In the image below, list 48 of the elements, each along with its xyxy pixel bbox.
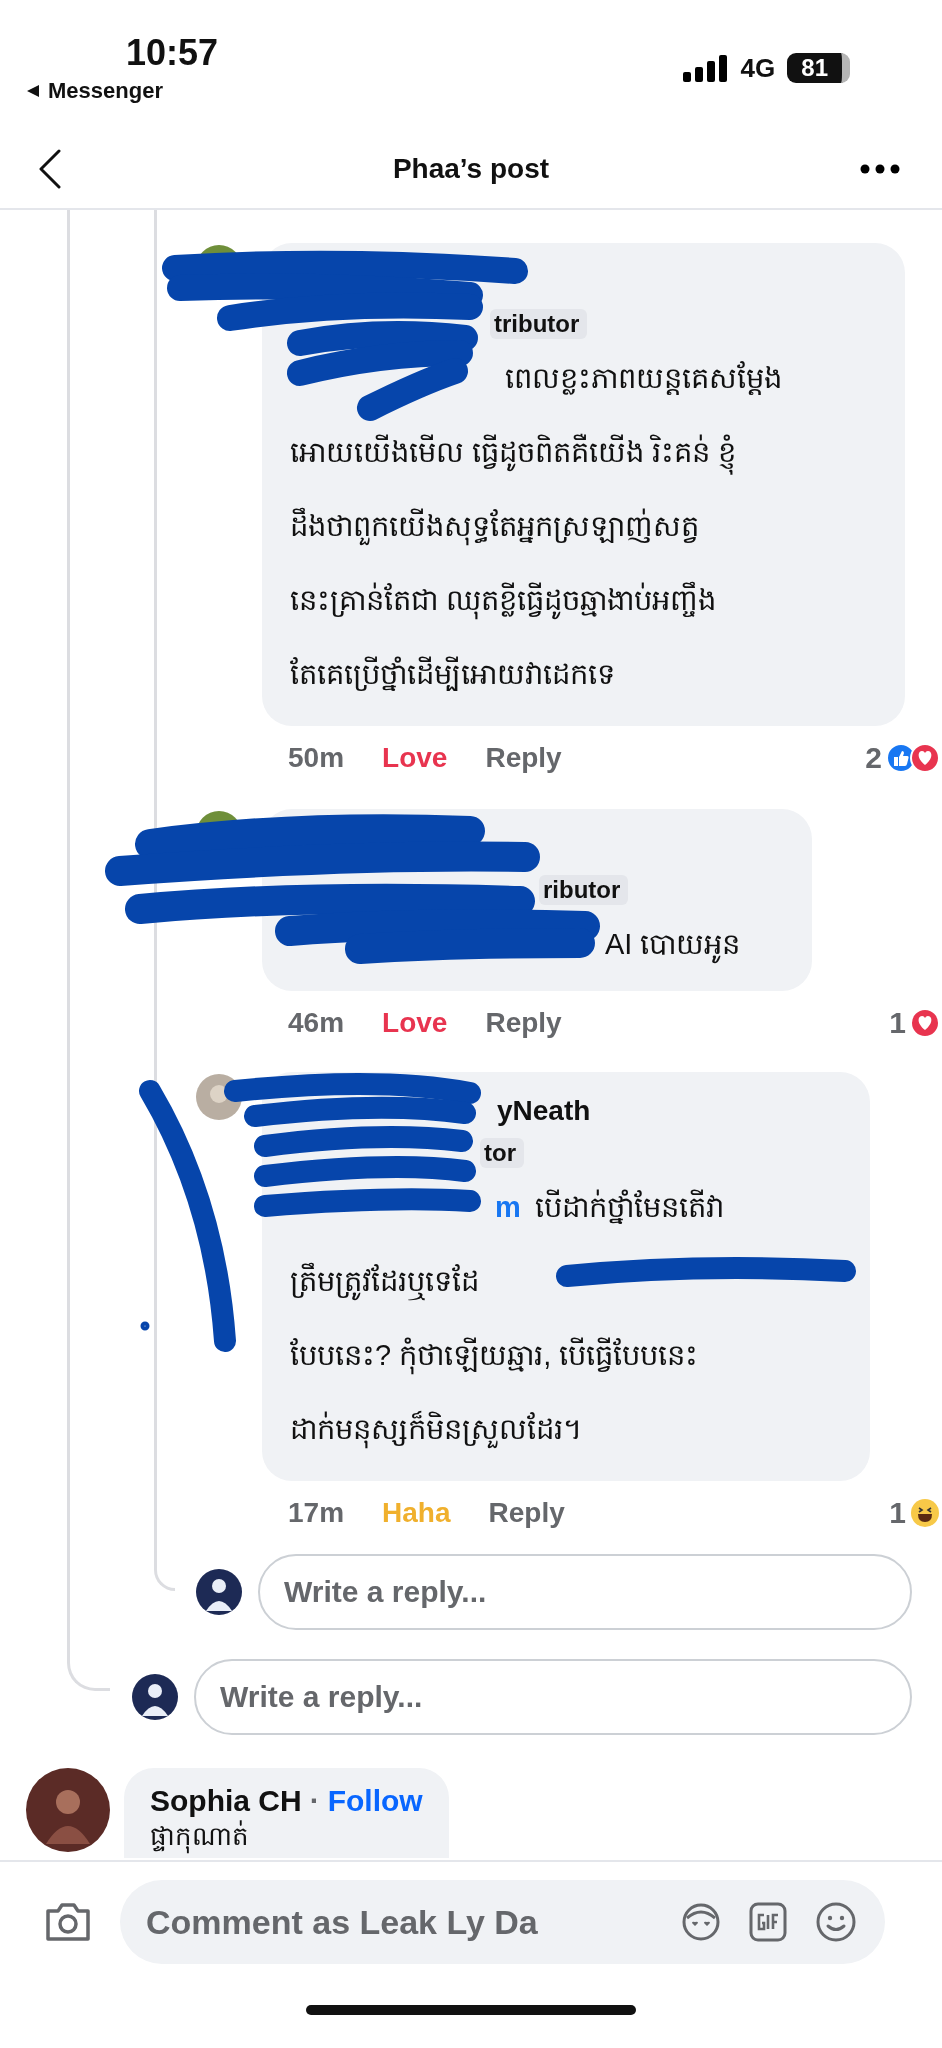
reaction-link[interactable]: Love — [382, 1007, 448, 1039]
comment-text: ពេលខ្លះភាពយន្តគេសម្តែង — [505, 360, 782, 397]
commenter-name: yNeath — [497, 1095, 591, 1127]
user-avatar-icon — [132, 1674, 178, 1720]
reaction-count: 1 — [889, 1496, 906, 1530]
back-triangle-icon — [26, 84, 40, 98]
contributor-badge: ributor — [539, 875, 629, 905]
comment-text: នេះគ្រាន់តែជា ឈុតខ្លីធ្វើដូចឆ្មាងាប់អញ្ចឹង — [290, 570, 717, 630]
avatar-sticker-icon[interactable] — [681, 1902, 721, 1942]
user-avatar-icon — [196, 1569, 242, 1615]
comment-text: អោយយើងមើល ធ្វើដូចពិតគឺយើង រិះគន់ ខ្ញុំ — [290, 422, 737, 482]
comment-text: តែគេប្រើថ្នាំដើម្បីអោយវាដេកទេ — [290, 655, 615, 693]
post-title: Phaa’s post — [392, 153, 550, 185]
comment-text: AI បោយអូន — [605, 914, 741, 974]
contributor-badge: tributor — [490, 309, 588, 339]
reply-link[interactable]: Reply — [485, 1007, 562, 1039]
reply-field[interactable]: Write a reply... — [258, 1554, 912, 1630]
reaction-count: 1 — [889, 1006, 906, 1040]
back-app-link[interactable]: Messenger — [48, 78, 163, 104]
back-icon[interactable] — [38, 149, 62, 189]
battery-indicator: 81 — [787, 53, 850, 83]
status-time: 10:57 — [126, 32, 219, 74]
comment-text: ត្រឹមត្រូវដែរឬទេដែ — [290, 1251, 479, 1311]
comment-text: បែបនេះ? កុំថាឡើយឆ្មារ, បើធ្វើបែបនេះ — [290, 1325, 699, 1385]
comment-time: 17m — [288, 1497, 345, 1529]
comment-text: ផ្ទាកុណាត់ — [150, 1818, 423, 1854]
reaction-count: 2 — [865, 741, 882, 775]
mention-link[interactable]: m — [495, 1187, 521, 1227]
reply-link[interactable]: Reply — [485, 742, 562, 774]
contributor-badge: tor — [480, 1138, 524, 1168]
emoji-icon[interactable] — [815, 1901, 857, 1943]
comment-text: ដឹងថាពួកយើងសុទ្ធតែអ្នកស្រឡាញ់សត្វ — [290, 496, 699, 556]
commenter-name: Sophia CH — [150, 1784, 302, 1818]
separator-dot: · — [309, 1784, 320, 1818]
reaction-link[interactable]: Love — [382, 742, 448, 774]
network-label: 4G — [740, 52, 776, 84]
reply-link[interactable]: Reply — [488, 1497, 565, 1529]
comment-time: 46m — [288, 1007, 345, 1039]
reply-field[interactable]: Write a reply... — [194, 1659, 912, 1735]
comment-time: 50m — [288, 742, 345, 774]
gif-icon[interactable] — [749, 1902, 787, 1942]
comment-box[interactable]: Comment as Leak Ly Da — [120, 1880, 885, 1964]
comment-text: ដាក់មនុស្សក៏មិនស្រួលដែរ។ — [290, 1399, 582, 1459]
follow-link[interactable]: Follow — [327, 1784, 423, 1818]
signal-icon — [682, 54, 729, 82]
camera-icon[interactable] — [44, 1901, 92, 1943]
comment-text: បើដាក់ថ្នាំមែនតើវា — [534, 1188, 724, 1226]
more-icon[interactable] — [860, 164, 900, 174]
